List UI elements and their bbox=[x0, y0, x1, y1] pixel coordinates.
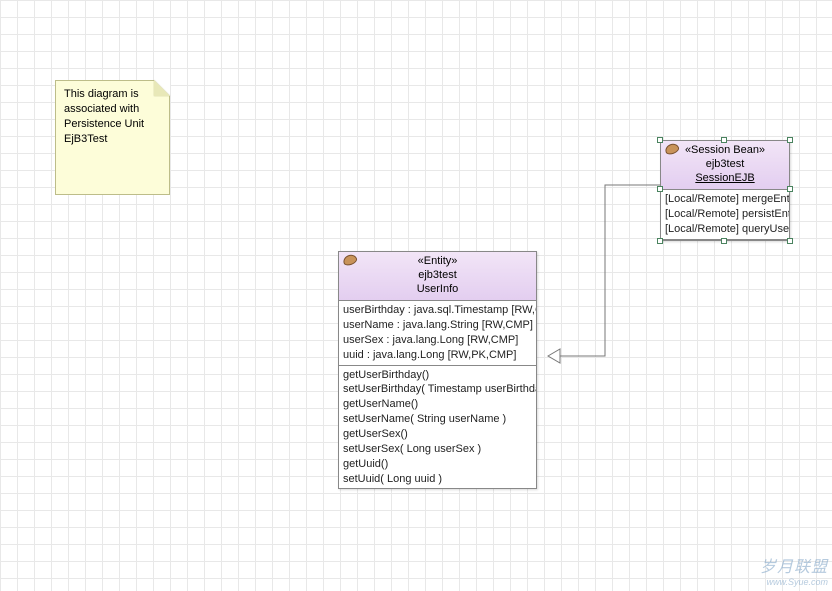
op: getUserBirthday() bbox=[343, 368, 532, 383]
resize-handle[interactable] bbox=[721, 238, 727, 244]
attributes-section: userBirthday : java.sql.Timestamp [RW,CM… bbox=[339, 301, 536, 365]
op: getUuid() bbox=[343, 457, 532, 472]
uml-entity-userinfo[interactable]: «Entity» ejb3test UserInfo userBirthday … bbox=[338, 251, 537, 489]
op: getUserName() bbox=[343, 397, 532, 412]
resize-handle[interactable] bbox=[657, 238, 663, 244]
op: setUserName( String userName ) bbox=[343, 412, 532, 427]
note-text: This diagram is associated with Persiste… bbox=[64, 88, 144, 145]
class-name: SessionEJB bbox=[665, 172, 785, 186]
uml-header: «Entity» ejb3test UserInfo bbox=[339, 252, 536, 301]
op: setUuid( Long uuid ) bbox=[343, 472, 532, 487]
op: setUserSex( Long userSex ) bbox=[343, 442, 532, 457]
op: [Local/Remote] persistEntity bbox=[665, 207, 785, 222]
attr: userName : java.lang.String [RW,CMP] bbox=[343, 318, 532, 333]
attr: uuid : java.lang.Long [RW,PK,CMP] bbox=[343, 348, 532, 363]
resize-handle[interactable] bbox=[787, 186, 793, 192]
resize-handle[interactable] bbox=[787, 238, 793, 244]
uml-header: «Session Bean» ejb3test SessionEJB bbox=[661, 141, 789, 190]
resize-handle[interactable] bbox=[787, 137, 793, 143]
watermark-title: 岁月联盟 bbox=[760, 559, 828, 576]
package-label: ejb3test bbox=[343, 269, 532, 283]
stereotype-label: «Session Bean» bbox=[665, 144, 785, 158]
package-label: ejb3test bbox=[665, 158, 785, 172]
operations-section: [Local/Remote] mergeEntity [Local/Remote… bbox=[661, 190, 789, 240]
stereotype-label: «Entity» bbox=[343, 255, 532, 269]
attr: userBirthday : java.sql.Timestamp [RW,CM… bbox=[343, 303, 532, 318]
watermark: 岁月联盟 www.Syue.com bbox=[760, 553, 828, 587]
op: setUserBirthday( Timestamp userBirthday … bbox=[343, 382, 532, 397]
op: getUserSex() bbox=[343, 427, 532, 442]
resize-handle[interactable] bbox=[721, 137, 727, 143]
diagram-note[interactable]: This diagram is associated with Persiste… bbox=[55, 80, 170, 195]
op: [Local/Remote] mergeEntity bbox=[665, 192, 785, 207]
operations-section: getUserBirthday() setUserBirthday( Times… bbox=[339, 366, 536, 489]
uml-session-sessionejb[interactable]: «Session Bean» ejb3test SessionEJB [Loca… bbox=[660, 140, 790, 241]
op: [Local/Remote] queryUserInfo bbox=[665, 222, 785, 237]
class-name: UserInfo bbox=[343, 283, 532, 297]
resize-handle[interactable] bbox=[657, 186, 663, 192]
watermark-url: www.Syue.com bbox=[760, 577, 828, 587]
attr: userSex : java.lang.Long [RW,CMP] bbox=[343, 333, 532, 348]
resize-handle[interactable] bbox=[657, 137, 663, 143]
